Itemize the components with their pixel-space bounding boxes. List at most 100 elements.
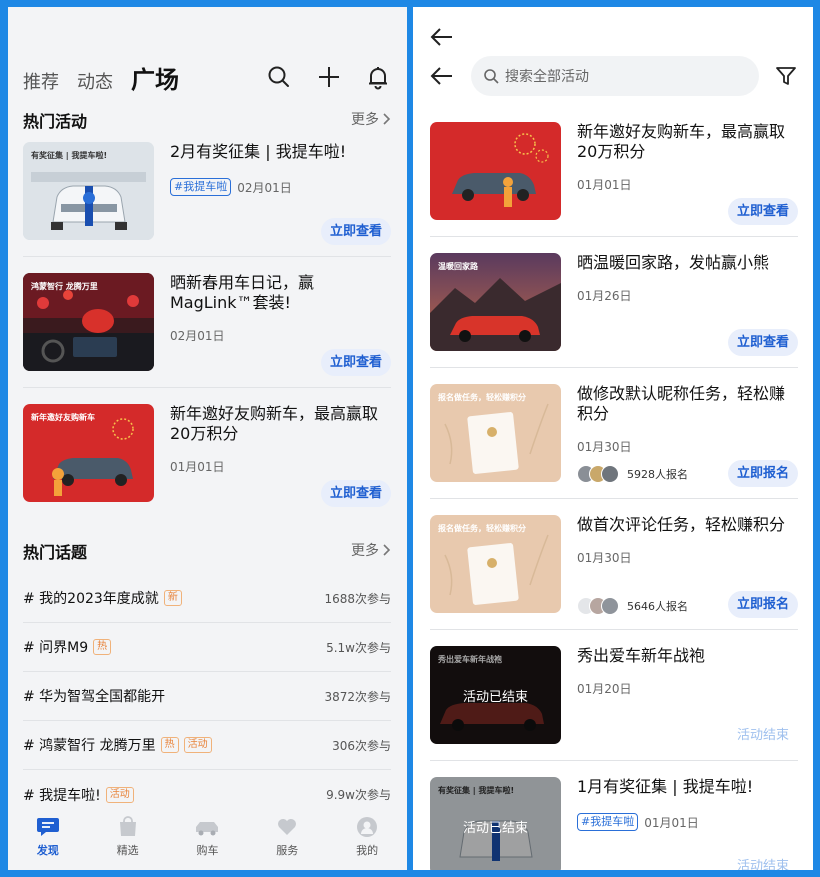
activity-card[interactable]: 有奖征集 | 我提车啦! 2月有奖征集 | 我提车啦! #我提车啦 02月01日… [23,142,391,273]
hot-topics-more[interactable]: 更多 [351,540,391,560]
activity-date: 01月01日 [577,178,632,192]
activity-date: 01月01日 [644,815,699,830]
ended-button: 活动结束 [736,728,789,743]
activity-card[interactable]: 报名做任务，轻松赚积分 做修改默认昵称任务，轻松赚积分 01月30日 5928人… [430,384,798,515]
bottom-nav: 发现 精选 购车 服务 我的 [8,808,407,870]
activity-meta: #我提车啦 02月01日 [170,178,292,196]
activity-card[interactable]: 鸿蒙智行 龙腾万里 晒新春用车日记，赢MagLink™套装! 02月01日 立即… [23,273,391,404]
left-screen-discover: 推荐 动态 广场 热门活动 更多 有奖征集 | 我提车啦! 2月有奖征集 | 我… [8,7,407,870]
signup-info: 5646人报名 [577,597,688,615]
nav-label: 发现 [36,844,59,857]
nav-label: 购车 [196,844,219,857]
activity-card[interactable]: 有奖征集 | 我提车啦! 活动已结束 1月有奖征集 | 我提车啦! #我提车啦 … [430,777,798,870]
topic-name: # 鸿蒙智行 龙腾万里 [23,738,156,754]
nav-buy-car[interactable]: 购车 [168,808,248,870]
activity-title: 晒新春用车日记，赢MagLink™套装! [170,273,315,312]
hot-activities-title: 热门活动 [23,112,88,131]
thumbnail-caption: 有奖征集 | 我提车啦! [31,151,108,160]
activity-meta: #我提车啦 01月01日 [577,813,699,831]
activity-tag[interactable]: #我提车啦 [170,178,232,196]
activity-date: 02月01日 [237,180,292,195]
activity-meta: 01月30日 [577,438,632,455]
divider [23,256,391,257]
sign-up-button[interactable]: 立即报名 [727,460,798,487]
avatar [601,465,619,483]
activity-date: 02月01日 [170,329,225,343]
signup-count: 5928人报名 [627,468,688,481]
activity-thumbnail: 有奖征集 | 我提车啦! [23,142,154,240]
divider [430,367,798,368]
activity-card[interactable]: 新年邀好友购新车，最高赢取20万积分 01月01日 立即查看 [430,122,798,253]
topic-row[interactable]: # 问界M9 热 5.1w次参与 [23,623,391,672]
activity-title: 新年邀好友购新车，最高赢取20万积分 [577,122,786,161]
activity-card[interactable]: 秀出爱车新年战袍 活动已结束 秀出爱车新年战袍 01月20日 活动结束 [430,646,798,777]
filter-icon[interactable] [775,65,797,87]
chevron-right-icon [383,113,391,125]
topic-name: # 我的2023年度成就 [23,591,159,607]
activity-meta: 01月26日 [577,287,632,304]
activity-date: 01月20日 [577,682,632,696]
view-now-button[interactable]: 立即查看 [320,218,391,245]
signup-count: 5646人报名 [627,600,688,613]
activity-thumbnail: 新年邀好友购新车 [23,404,154,502]
tab-recommend[interactable]: 推荐 [23,71,59,95]
back-arrow-icon[interactable] [430,27,454,47]
activity-date: 01月01日 [170,460,225,474]
more-label: 更多 [351,543,379,559]
search-input[interactable]: 搜索全部活动 [471,56,759,96]
view-now-button[interactable]: 立即查看 [727,198,798,225]
profile-icon [357,817,378,837]
nav-selected[interactable]: 精选 [88,808,168,870]
view-now-button[interactable]: 立即查看 [320,349,391,376]
topic-row[interactable]: # 我的2023年度成就 新 1688次参与 [23,574,391,623]
activity-thumbnail: 有奖征集 | 我提车啦! 活动已结束 [430,777,561,870]
nav-profile[interactable]: 我的 [327,808,407,870]
back-arrow-icon[interactable] [430,66,454,86]
activity-thumbnail: 报名做任务，轻松赚积分 [430,515,561,613]
thumbnail-caption: 温暖回家路 [438,262,478,271]
search-icon [484,69,499,84]
topic-count: 306次参与 [332,738,391,753]
tab-feed[interactable]: 动态 [77,71,113,95]
topic-name: # 我提车啦! [23,787,101,804]
activity-card[interactable]: 温暖回家路 晒温暖回家路，发帖赢小熊 01月26日 立即查看 [430,253,798,384]
divider [430,760,798,761]
view-now-button[interactable]: 立即查看 [320,480,391,507]
sign-up-button[interactable]: 立即报名 [727,591,798,618]
signup-info: 5928人报名 [577,465,688,483]
topic-row[interactable]: # 鸿蒙智行 龙腾万里 热 活动 306次参与 [23,721,391,770]
thumbnail-caption: 新年邀好友购新车 [31,413,95,422]
topic-badge: 热 [93,639,112,655]
activity-card[interactable]: 报名做任务，轻松赚积分 做首次评论任务，轻松赚积分 01月30日 5646人报名… [430,515,798,646]
topic-badge: 活动 [105,786,134,803]
hot-topics-title: 热门话题 [23,543,88,562]
ended-overlay: 活动已结束 [430,646,561,744]
add-icon[interactable] [316,64,342,90]
activity-title: 做首次评论任务，轻松赚积分 [577,515,786,534]
more-label: 更多 [351,112,379,128]
activity-card[interactable]: 新年邀好友购新车 新年邀好友购新车，最高赢取20万积分 01月01日 立即查看 [23,404,391,535]
topic-count: 3872次参与 [324,689,391,704]
activity-meta: 01月30日 [577,549,632,566]
nav-service[interactable]: 服务 [247,808,327,870]
tab-square[interactable]: 广场 [131,65,179,95]
view-now-button[interactable]: 立即查看 [727,329,798,356]
divider [430,498,798,499]
car-icon [196,822,219,836]
activity-title: 2月有奖征集 | 我提车啦! [170,142,347,161]
thumbnail-caption: 报名做任务，轻松赚积分 [438,524,526,533]
activity-date: 01月30日 [577,551,632,565]
avatar [601,597,619,615]
topic-badge: 活动 [183,737,212,753]
divider [430,629,798,630]
hot-activities-more[interactable]: 更多 [351,109,391,129]
activity-title: 晒温暖回家路，发帖赢小熊 [577,253,770,272]
heart-icon [278,819,297,835]
activity-tag[interactable]: #我提车啦 [577,813,639,831]
search-placeholder: 搜索全部活动 [505,69,589,85]
bell-icon[interactable] [365,64,391,90]
topic-row[interactable]: # 华为智驾全国都能开 3872次参与 [23,672,391,721]
top-tabs: 推荐 动态 广场 [23,65,197,95]
nav-discover[interactable]: 发现 [8,808,88,870]
search-icon[interactable] [266,64,292,90]
